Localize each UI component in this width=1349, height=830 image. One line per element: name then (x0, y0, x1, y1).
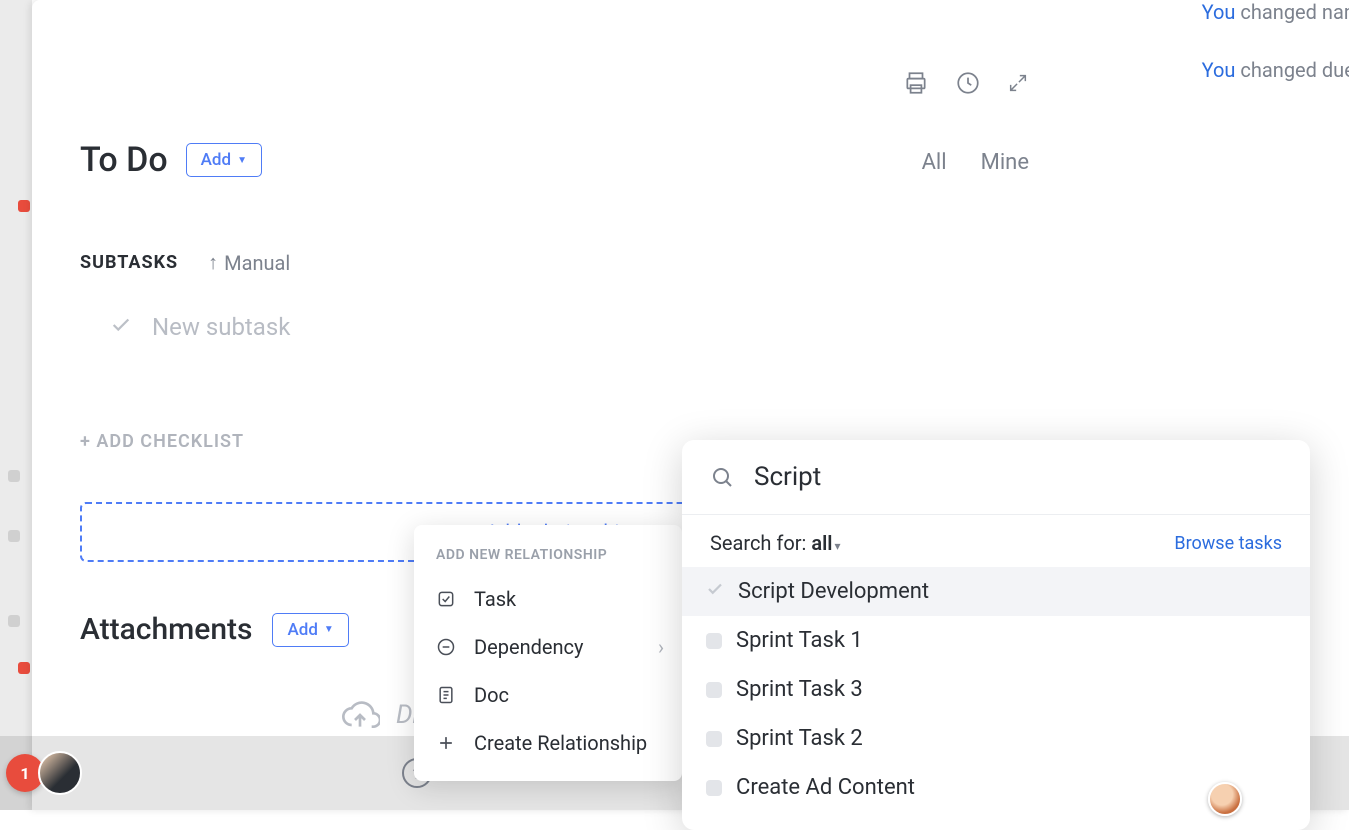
activity-action: changed name : (1240, 0, 1349, 24)
search-result[interactable]: Script Development (682, 567, 1310, 616)
result-label: Sprint Task 2 (736, 726, 863, 751)
new-subtask-input[interactable] (152, 313, 452, 341)
option-label: Doc (474, 683, 509, 707)
search-row (682, 440, 1310, 515)
avatar[interactable] (1208, 782, 1242, 816)
task-search-popover: Search for: all▾ Browse tasks Script Dev… (682, 440, 1310, 830)
doc-icon (436, 685, 456, 705)
add-button[interactable]: Add ▼ (186, 143, 262, 177)
subtasks-label: SUBTASKS (80, 252, 178, 273)
search-result[interactable]: Sprint Task 3 (682, 665, 1310, 714)
status-box-icon (706, 731, 722, 747)
browse-tasks-link[interactable]: Browse tasks (1174, 533, 1282, 554)
search-icon (710, 465, 734, 489)
status-dot (8, 470, 20, 482)
subtask-sort[interactable]: ↑ Manual (208, 250, 290, 275)
status-dot (18, 662, 30, 674)
activity-entry: You changed name : Inter (1202, 0, 1349, 24)
relationship-option-task[interactable]: Task (414, 575, 682, 623)
status-dot (8, 530, 20, 542)
search-scope[interactable]: Search for: all▾ (710, 531, 841, 555)
search-for-label: Search for: (710, 531, 811, 555)
dependency-icon (436, 637, 456, 657)
avatar-cluster: 1 (6, 751, 82, 795)
expand-icon[interactable] (1007, 72, 1029, 98)
task-icon (436, 589, 456, 609)
caret-down-icon: ▼ (237, 155, 247, 166)
status-box-icon (706, 633, 722, 649)
activity-action: changed due date fro (1240, 58, 1349, 82)
activity-filter-tabs: All Mine (922, 150, 1029, 175)
chevron-down-icon: ▾ (834, 539, 840, 553)
check-icon[interactable] (110, 314, 132, 340)
new-subtask-row (110, 313, 1349, 341)
status-box-icon (706, 682, 722, 698)
tab-all[interactable]: All (922, 150, 947, 175)
status-header: To Do Add ▼ (80, 140, 1349, 180)
result-label: Sprint Task 3 (736, 677, 863, 702)
plus-icon (436, 733, 456, 753)
chevron-right-icon: › (658, 635, 664, 659)
search-result[interactable]: Sprint Task 1 (682, 616, 1310, 665)
caret-down-icon: ▼ (324, 624, 334, 635)
history-icon[interactable] (955, 70, 981, 100)
add-attachment-button[interactable]: Add ▼ (272, 613, 348, 647)
attachments-title: Attachments (80, 612, 252, 647)
activity-user: You (1202, 58, 1236, 82)
check-icon (706, 579, 724, 604)
relationship-option-dependency[interactable]: Dependency › (414, 623, 682, 671)
add-attachment-label: Add (287, 620, 317, 640)
activity-log: You changed name : Inter You changed due… (1202, 0, 1349, 116)
relationship-popover: ADD NEW RELATIONSHIP Task Dependency › D… (414, 525, 682, 781)
print-icon[interactable] (903, 70, 929, 100)
scope-value: all (811, 531, 832, 555)
result-label: Script Development (738, 579, 929, 604)
add-button-label: Add (201, 150, 231, 170)
search-meta-row: Search for: all▾ Browse tasks (682, 515, 1310, 563)
popover-header: ADD NEW RELATIONSHIP (414, 547, 682, 575)
result-label: Create Ad Content (736, 775, 915, 800)
search-input[interactable] (754, 462, 1282, 492)
subtasks-header: SUBTASKS ↑ Manual (80, 250, 1349, 275)
activity-entry: You changed due date fro (1202, 58, 1349, 82)
option-label: Dependency (474, 635, 583, 659)
relationship-option-create[interactable]: Create Relationship (414, 719, 682, 767)
search-result[interactable]: Sprint Task 2 (682, 714, 1310, 763)
status-box-icon (706, 780, 722, 796)
upload-cloud-icon (340, 695, 380, 735)
avatar[interactable] (38, 751, 82, 795)
tab-mine[interactable]: Mine (981, 150, 1029, 175)
relationship-option-doc[interactable]: Doc (414, 671, 682, 719)
left-sidebar-strip (0, 0, 32, 810)
sort-label: Manual (224, 251, 290, 275)
activity-user: You (1202, 0, 1236, 24)
option-label: Task (474, 587, 516, 611)
status-dot (8, 615, 20, 627)
option-label: Create Relationship (474, 731, 647, 755)
panel-actions (903, 70, 1029, 100)
status-title: To Do (80, 140, 168, 180)
result-label: Sprint Task 1 (736, 628, 863, 653)
arrow-up-icon: ↑ (208, 250, 218, 275)
status-dot (18, 200, 30, 212)
